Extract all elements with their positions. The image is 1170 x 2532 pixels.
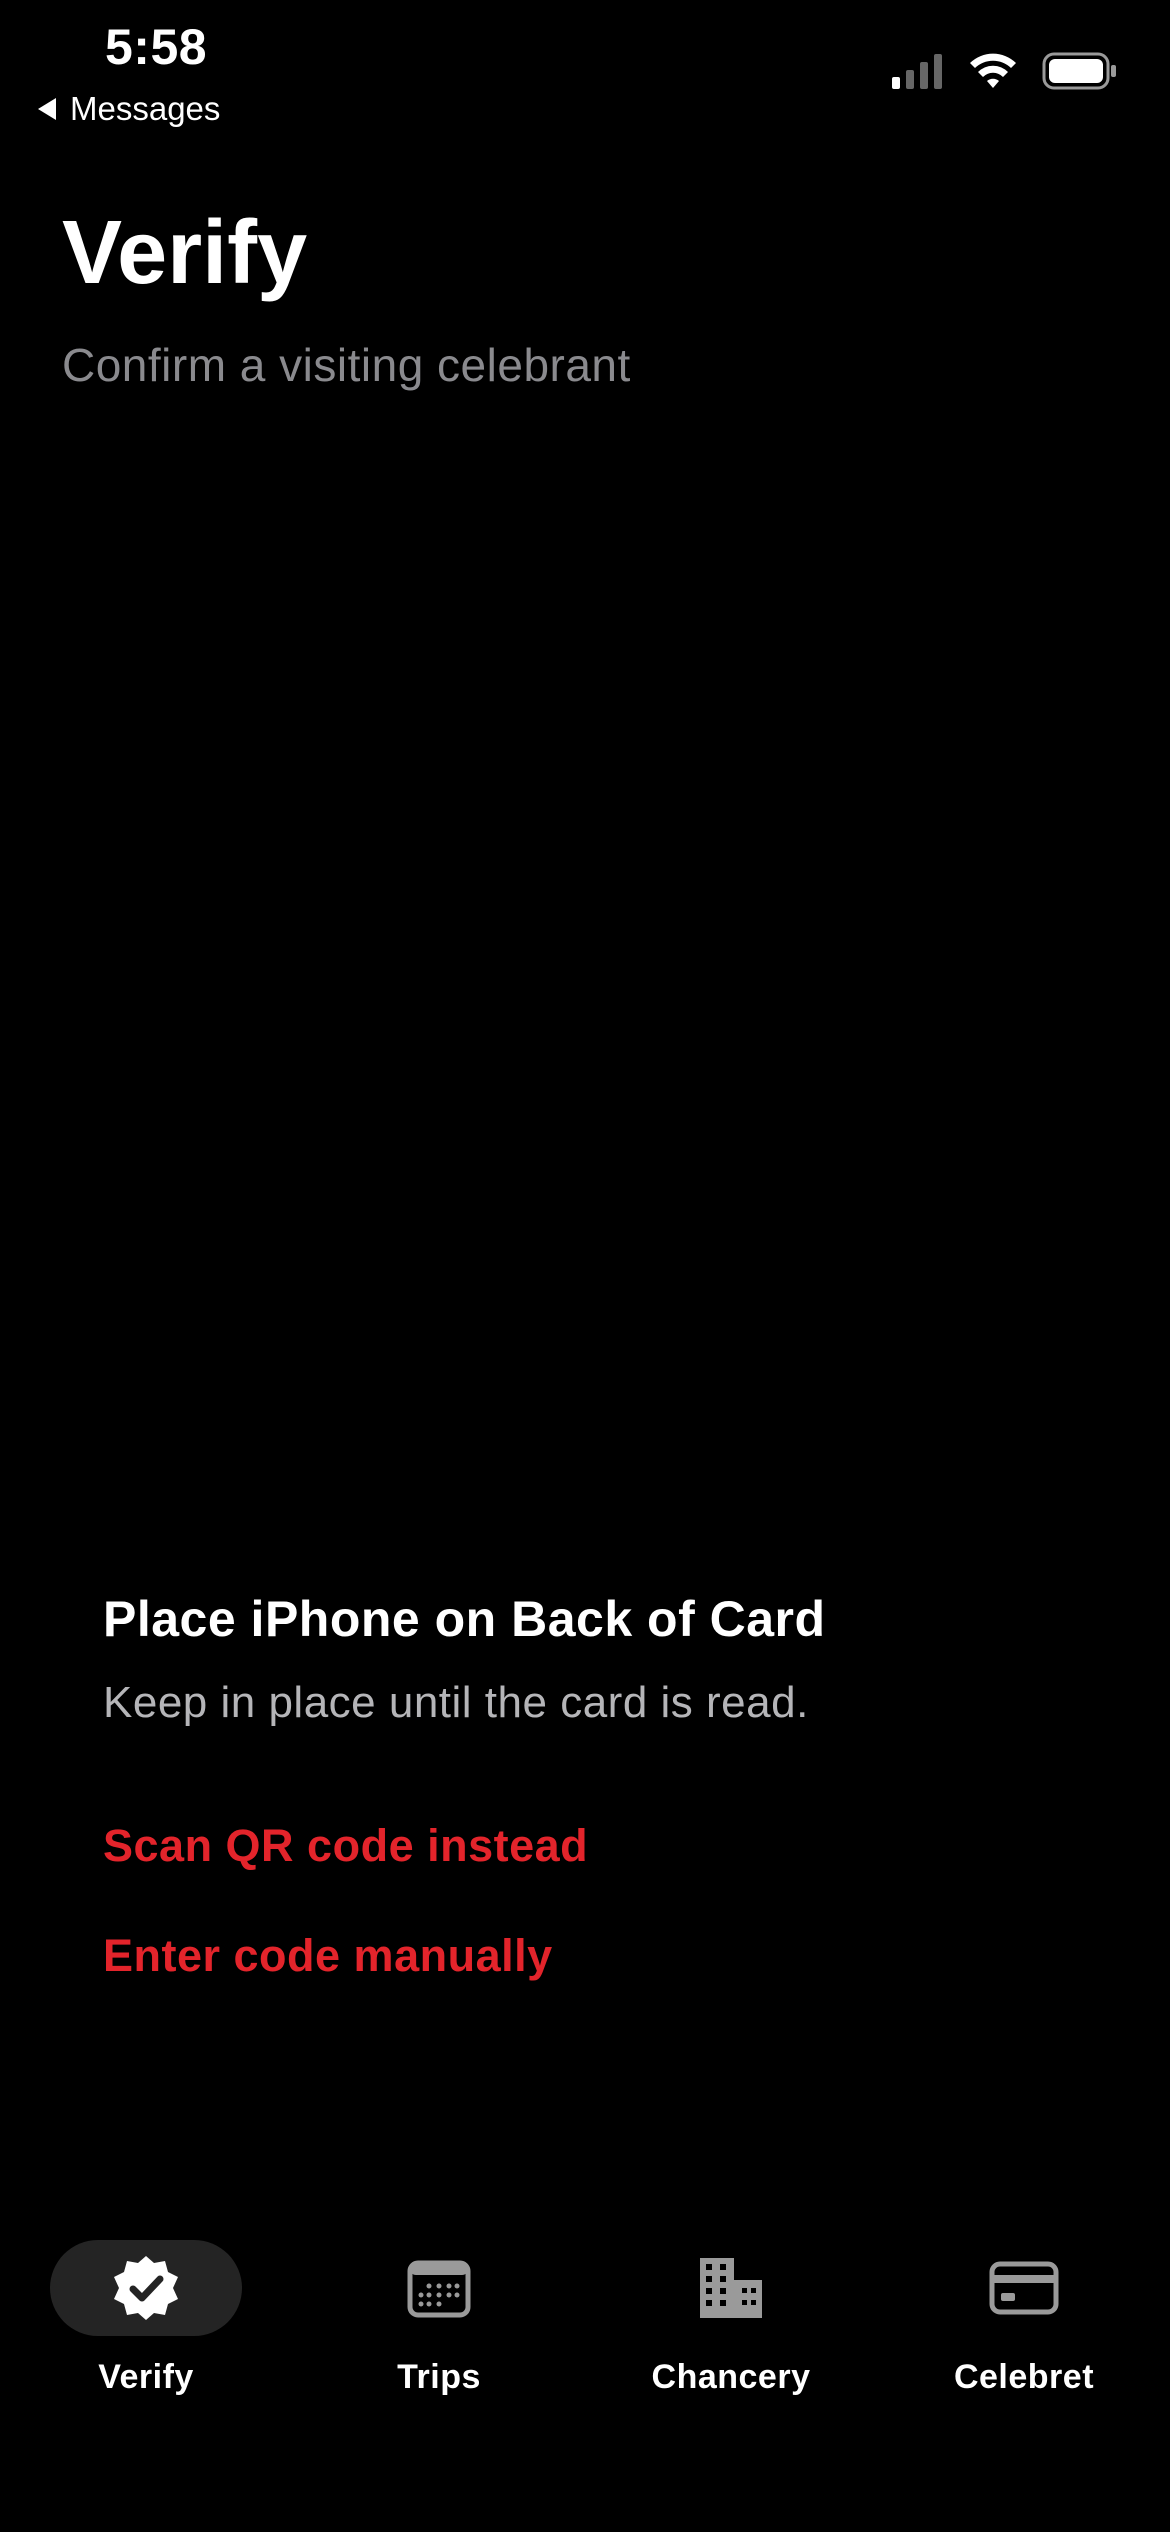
tab-bar: Verify Trips Chancery Celebret: [0, 2240, 1170, 2440]
battery-icon: [1042, 52, 1116, 90]
status-time: 5:58: [105, 19, 208, 75]
tab-verify-label: Verify: [98, 2358, 194, 2396]
cellular-signal-icon: [892, 54, 942, 89]
back-to-messages-link[interactable]: Messages: [38, 90, 220, 128]
calendar-icon: [407, 2260, 471, 2318]
card-icon: [989, 2261, 1059, 2315]
wifi-icon: [970, 53, 1016, 88]
building-icon: [700, 2258, 762, 2318]
tab-verify[interactable]: Verify: [26, 2240, 266, 2420]
page-subtitle: Confirm a visiting celebrant: [62, 339, 631, 391]
back-link-label: Messages: [70, 90, 221, 127]
prompt-title: Place iPhone on Back of Card: [103, 1591, 826, 1647]
verified-badge-icon: [114, 2256, 178, 2320]
tab-verify-highlight: [50, 2240, 242, 2336]
tab-chancery-label: Chancery: [651, 2358, 811, 2396]
nfc-prompt: Place iPhone on Back of Card Keep in pla…: [103, 1590, 1083, 1981]
page-title: Verify: [62, 203, 308, 303]
enter-code-manually-button[interactable]: Enter code manually: [103, 1930, 553, 1982]
back-arrow-icon: [38, 98, 56, 120]
prompt-body: Keep in place until the card is read.: [103, 1678, 809, 1727]
scan-qr-button[interactable]: Scan QR code instead: [103, 1820, 588, 1872]
tab-trips[interactable]: Trips: [319, 2240, 559, 2420]
tab-chancery[interactable]: Chancery: [611, 2240, 851, 2420]
tab-celebret[interactable]: Celebret: [904, 2240, 1144, 2420]
tab-trips-label: Trips: [397, 2358, 481, 2396]
tab-celebret-label: Celebret: [953, 2358, 1095, 2396]
status-icons: [890, 52, 1118, 90]
